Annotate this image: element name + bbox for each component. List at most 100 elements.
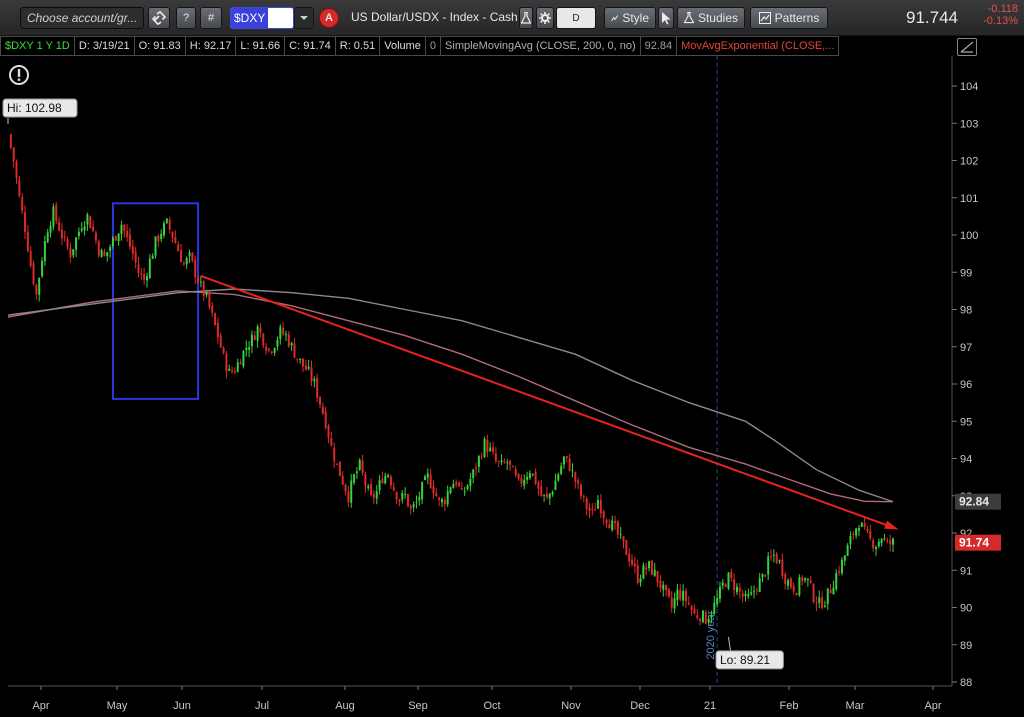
candle-body bbox=[38, 277, 41, 295]
candle-body bbox=[86, 214, 89, 225]
candle-body bbox=[738, 588, 741, 592]
candle-body bbox=[494, 453, 497, 462]
candle-body bbox=[571, 470, 574, 472]
candle-body bbox=[724, 584, 727, 587]
candle-body bbox=[440, 499, 443, 503]
symbol-dropdown-button[interactable] bbox=[294, 7, 314, 29]
candle-body bbox=[778, 560, 781, 562]
candle-body bbox=[608, 524, 611, 529]
candle-body bbox=[114, 236, 117, 241]
candle-body bbox=[750, 592, 753, 595]
beaker-button[interactable] bbox=[519, 7, 533, 29]
price-chart[interactable]: 2020 year 104103102101100999897969594939… bbox=[0, 56, 1024, 717]
candle-body bbox=[199, 281, 202, 283]
candle-body bbox=[534, 471, 537, 484]
candle-body bbox=[435, 493, 438, 497]
settings-button[interactable] bbox=[536, 7, 554, 29]
candle-body bbox=[713, 602, 716, 614]
candle-body bbox=[338, 461, 341, 477]
x-tick-label: Dec bbox=[630, 700, 650, 712]
candle-body bbox=[372, 494, 375, 498]
candle-body bbox=[753, 591, 756, 593]
candle-body bbox=[327, 425, 330, 438]
candle-body bbox=[412, 504, 415, 508]
candle-body bbox=[375, 491, 378, 499]
candle-body bbox=[26, 232, 29, 252]
candle-body bbox=[123, 224, 126, 231]
candle-body bbox=[185, 258, 188, 265]
bar-range: R: 0.51 bbox=[335, 36, 381, 56]
candle-body bbox=[94, 232, 97, 241]
candle-body bbox=[9, 134, 12, 148]
candle-body bbox=[12, 147, 15, 162]
candle-body bbox=[579, 484, 582, 497]
candle-body bbox=[270, 351, 273, 353]
candle-body bbox=[432, 486, 435, 494]
candle-body bbox=[815, 603, 818, 605]
candle-body bbox=[72, 249, 75, 256]
net-change: -0.118 bbox=[987, 3, 1018, 15]
sma-study-value: 92.84 bbox=[640, 36, 678, 56]
symbol-period[interactable]: $DXY 1 Y 1D bbox=[0, 36, 75, 56]
candle-body bbox=[134, 251, 137, 263]
hi-label: Hi: 102.98 bbox=[7, 101, 62, 115]
candle-body bbox=[455, 482, 458, 485]
account-selector[interactable]: Choose account/gr... bbox=[20, 7, 144, 29]
link-icon bbox=[152, 11, 166, 25]
volume-value: 0 bbox=[425, 36, 442, 56]
aggregation-value: D bbox=[572, 12, 580, 24]
candle-body bbox=[157, 235, 160, 241]
x-tick-label: Apr bbox=[924, 700, 941, 712]
grid-button[interactable]: # bbox=[200, 7, 222, 29]
candle-body bbox=[341, 475, 344, 485]
chart-labels-layer: Hi: 102.98 Lo: 89.21 92.84 91.74 bbox=[2, 98, 1001, 670]
highlight-box-layer bbox=[111, 202, 200, 400]
candle-body bbox=[489, 447, 492, 451]
candle-body bbox=[551, 491, 554, 495]
trendline-layer bbox=[200, 275, 899, 530]
alert-button[interactable]: A bbox=[319, 8, 339, 28]
candle-body bbox=[284, 334, 287, 336]
candle-body bbox=[892, 538, 894, 545]
candle-body bbox=[137, 264, 140, 274]
help-button[interactable]: ? bbox=[176, 7, 196, 29]
candle-body bbox=[168, 219, 171, 230]
candle-body bbox=[336, 463, 339, 465]
y-tick-label: 89 bbox=[960, 640, 972, 652]
candle-body bbox=[370, 483, 373, 496]
candle-body bbox=[863, 523, 866, 527]
candle-body bbox=[267, 348, 270, 351]
candle-body bbox=[160, 233, 163, 240]
style-button[interactable]: Style bbox=[604, 7, 656, 29]
candle-body bbox=[883, 538, 886, 540]
candle-body bbox=[350, 480, 353, 503]
studies-button[interactable]: Studies bbox=[677, 7, 745, 29]
candle-body bbox=[205, 292, 208, 296]
candle-body bbox=[735, 586, 738, 593]
candle-body bbox=[259, 328, 262, 333]
candle-body bbox=[128, 234, 131, 247]
candle-body bbox=[631, 559, 634, 565]
candle-body bbox=[355, 471, 358, 474]
x-tick-label: 21 bbox=[704, 700, 716, 712]
candle-body bbox=[625, 540, 628, 555]
chart-grid: 2020 year bbox=[8, 56, 953, 687]
sma-study-label[interactable]: SimpleMovingAvg (CLOSE, 200, 0, no) bbox=[441, 36, 641, 56]
link-button[interactable] bbox=[148, 7, 170, 29]
aggregation-selector[interactable]: D bbox=[556, 7, 596, 29]
symbol-input[interactable]: $DXY bbox=[230, 7, 294, 29]
candle-body bbox=[792, 585, 795, 592]
candle-body bbox=[577, 480, 580, 484]
patterns-button[interactable]: Patterns bbox=[750, 7, 828, 29]
x-tick-label: Apr bbox=[32, 700, 49, 712]
zoom-button[interactable] bbox=[957, 38, 977, 56]
candle-body bbox=[662, 584, 665, 590]
cursor-button[interactable] bbox=[658, 7, 674, 29]
candle-body bbox=[835, 572, 838, 590]
volume-label[interactable]: Volume bbox=[380, 36, 426, 56]
candle-body bbox=[364, 474, 367, 487]
ema-study-label[interactable]: MovAvgExponential (CLOSE,... bbox=[677, 36, 840, 56]
symbol-description: US Dollar/USDX - Index - Cash bbox=[351, 10, 518, 24]
candle-body bbox=[679, 590, 682, 600]
x-tick-label: Sep bbox=[408, 700, 428, 712]
